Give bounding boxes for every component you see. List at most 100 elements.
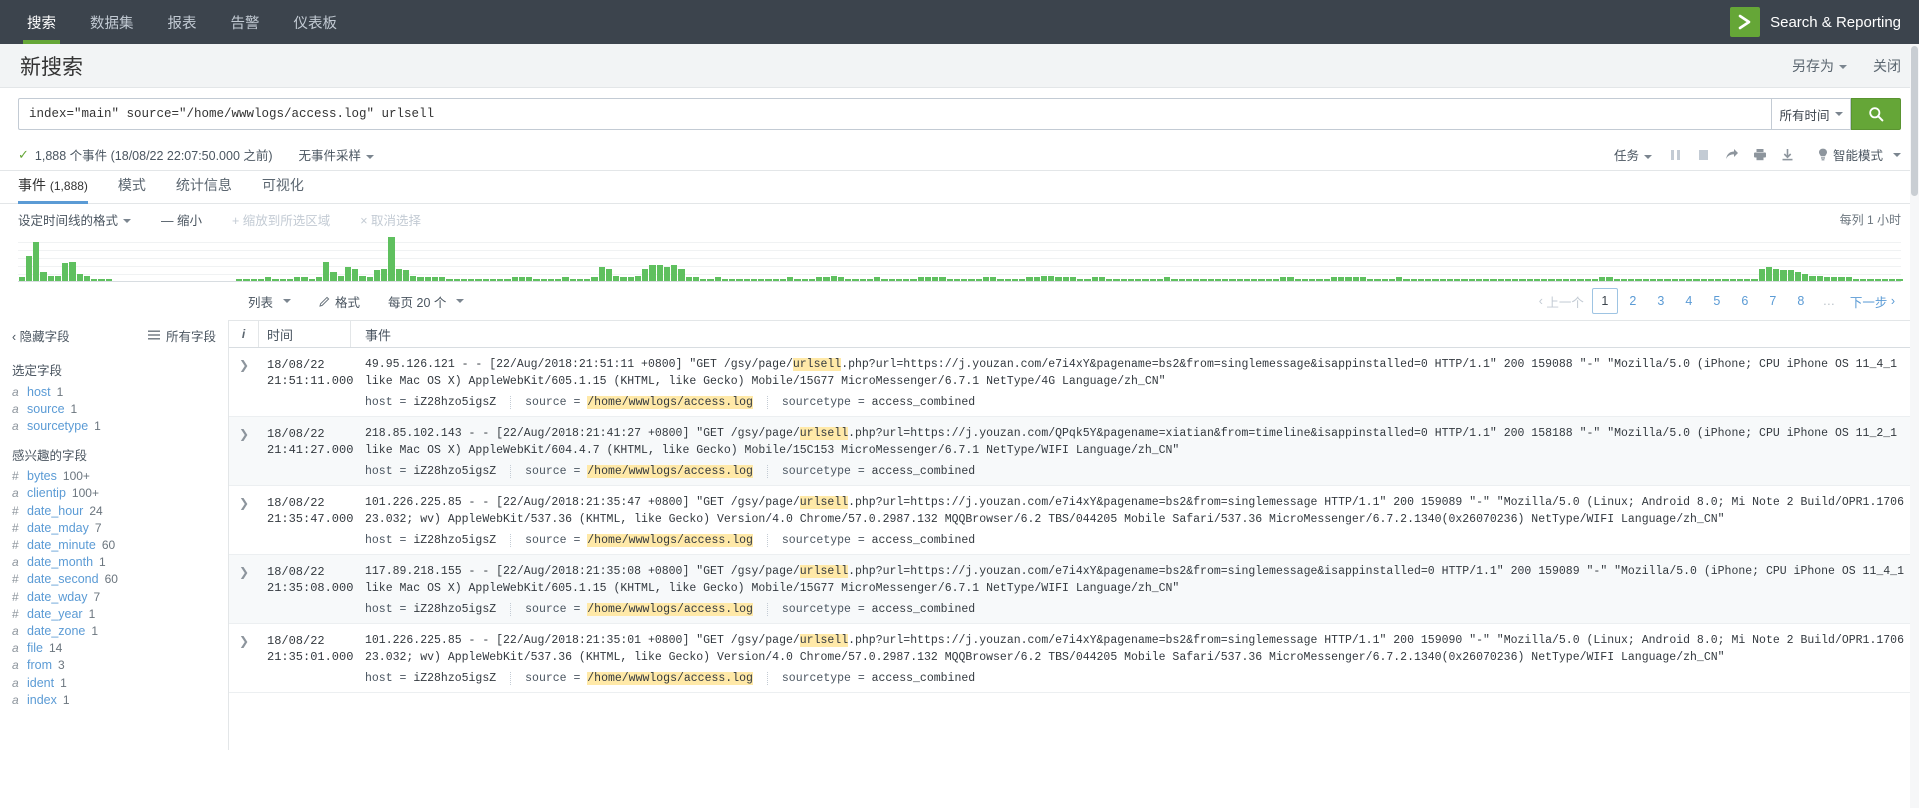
timeline-bar[interactable] — [1744, 279, 1751, 281]
timeline-bar[interactable] — [1881, 279, 1888, 281]
timeline-bar[interactable] — [1077, 279, 1084, 281]
event-timestamp[interactable]: 18/08/22 21:41:27.000 — [259, 417, 353, 485]
timeline-bar[interactable] — [18, 277, 25, 281]
pagination-page-6[interactable]: 6 — [1732, 288, 1758, 314]
per-page-dropdown[interactable]: 每页 20 个 — [388, 292, 465, 311]
timeline-bar[interactable] — [1591, 279, 1598, 281]
timeline-bar[interactable] — [1069, 277, 1076, 281]
timeline-bar[interactable] — [772, 279, 779, 281]
timeline-bar[interactable] — [446, 279, 453, 281]
timeline-bar[interactable] — [359, 275, 366, 281]
timeline-bar[interactable] — [1091, 277, 1098, 281]
timeline-bar[interactable] — [1736, 279, 1743, 281]
event-timestamp[interactable]: 18/08/22 21:35:01.000 — [259, 624, 353, 692]
timeline-bar[interactable] — [1599, 277, 1606, 281]
timeline-bar[interactable] — [98, 279, 105, 281]
timeline-bar[interactable] — [482, 279, 489, 281]
time-range-picker[interactable]: 所有时间 — [1771, 98, 1851, 130]
timeline-bar[interactable] — [1294, 279, 1301, 281]
timeline-bar[interactable] — [1098, 277, 1105, 281]
timeline-bar[interactable] — [1367, 279, 1374, 281]
event-field-source[interactable]: source = /home/wwwlogs/access.log — [525, 672, 768, 685]
timeline-bar[interactable] — [1425, 279, 1432, 281]
timeline-bar[interactable] — [1671, 279, 1678, 281]
timeline-bar[interactable] — [533, 279, 540, 281]
timeline-bar[interactable] — [54, 275, 61, 281]
timeline-bar[interactable] — [265, 277, 272, 281]
timeline-bar[interactable] — [953, 279, 960, 281]
timeline-bar[interactable] — [946, 279, 953, 281]
event-field-host[interactable]: host = iZ28hzo5igsZ — [365, 396, 512, 409]
timeline-bar[interactable] — [750, 279, 757, 281]
timeline-bar[interactable] — [1381, 279, 1388, 281]
timeline-bar[interactable] — [1541, 279, 1548, 281]
timeline-bar[interactable] — [1229, 279, 1236, 281]
tab-patterns[interactable]: 模式 — [118, 175, 160, 203]
expand-row-icon[interactable]: ❯ — [229, 348, 259, 416]
interesting-field-ident[interactable]: a ident 1 — [12, 674, 216, 691]
tab-statistics[interactable]: 统计信息 — [176, 175, 246, 203]
interesting-field-date_second[interactable]: # date_second 60 — [12, 571, 216, 588]
timeline-bar[interactable] — [1483, 279, 1490, 281]
timeline-bar[interactable] — [1222, 279, 1229, 281]
page-scrollbar-thumb[interactable] — [1911, 46, 1918, 196]
timeline-bar[interactable] — [758, 279, 765, 281]
timeline-bar[interactable] — [366, 277, 373, 281]
timeline-bar[interactable] — [1809, 275, 1816, 281]
pagination-page-5[interactable]: 5 — [1704, 288, 1730, 314]
timeline-bar[interactable] — [1403, 279, 1410, 281]
timeline-bar[interactable] — [1280, 277, 1287, 281]
timeline-bar[interactable] — [1026, 277, 1033, 281]
timeline-bar[interactable] — [671, 265, 678, 281]
timeline-bar[interactable] — [1316, 279, 1323, 281]
tab-events[interactable]: 事件 (1,888) — [18, 175, 102, 204]
event-field-source[interactable]: source = /home/wwwlogs/access.log — [525, 534, 768, 547]
timeline-bar[interactable] — [830, 275, 837, 281]
timeline-bar[interactable] — [1780, 270, 1787, 281]
timeline-bar[interactable] — [1686, 279, 1693, 281]
timeline-bar[interactable] — [794, 279, 801, 281]
timeline-bar[interactable] — [1519, 279, 1526, 281]
timeline-bar[interactable] — [910, 279, 917, 281]
timeline-bar[interactable] — [823, 277, 830, 281]
timeline-bar[interactable] — [250, 279, 257, 281]
event-field-source[interactable]: source = /home/wwwlogs/access.log — [525, 396, 768, 409]
timeline-bar[interactable] — [1272, 279, 1279, 281]
timeline-bar[interactable] — [787, 277, 794, 281]
timeline-bar[interactable] — [779, 279, 786, 281]
nav-item-alerts[interactable]: 告警 — [214, 0, 277, 44]
timeline-format-dropdown[interactable]: 设定时间线的格式 — [18, 210, 132, 229]
timeline-bar[interactable] — [1048, 275, 1055, 281]
timeline-bar[interactable] — [678, 268, 685, 281]
zoom-out-button[interactable]: — 缩小 — [161, 210, 202, 229]
save-as-button[interactable]: 另存为 — [1792, 56, 1847, 76]
all-fields-button[interactable]: 所有字段 — [147, 326, 216, 345]
timeline-bar[interactable] — [605, 268, 612, 281]
timeline-bar[interactable] — [504, 279, 511, 281]
timeline-bar[interactable] — [315, 277, 322, 281]
timeline-bar[interactable] — [924, 277, 931, 281]
view-mode-dropdown[interactable]: 列表 — [248, 292, 292, 311]
timeline-bar[interactable] — [866, 279, 873, 281]
timeline-bar[interactable] — [765, 279, 772, 281]
timeline-bar[interactable] — [540, 279, 547, 281]
timeline-bar[interactable] — [294, 277, 301, 281]
event-sampling-dropdown[interactable]: 无事件采样 — [299, 145, 375, 164]
timeline-bar[interactable] — [1019, 279, 1026, 281]
timeline-bar[interactable] — [1526, 279, 1533, 281]
timeline-bar[interactable] — [1816, 275, 1823, 281]
timeline-bar[interactable] — [1011, 279, 1018, 281]
timeline-bar[interactable] — [1707, 279, 1714, 281]
timeline-bar[interactable] — [1193, 279, 1200, 281]
timeline-bar[interactable] — [1831, 277, 1838, 281]
timeline-bar[interactable] — [634, 275, 641, 281]
pagination-page-1[interactable]: 1 — [1591, 288, 1618, 314]
timeline-bar[interactable] — [917, 277, 924, 281]
app-identity[interactable]: Search & Reporting — [1730, 0, 1919, 44]
timeline-bar[interactable] — [76, 273, 83, 281]
interesting-field-file[interactable]: a file 14 — [12, 640, 216, 657]
timeline-bar[interactable] — [1860, 279, 1867, 281]
zoom-to-selection-button[interactable]: + 缩放到所选区域 — [232, 210, 330, 229]
timeline-bar[interactable] — [1258, 279, 1265, 281]
timeline-bar[interactable] — [47, 275, 54, 281]
